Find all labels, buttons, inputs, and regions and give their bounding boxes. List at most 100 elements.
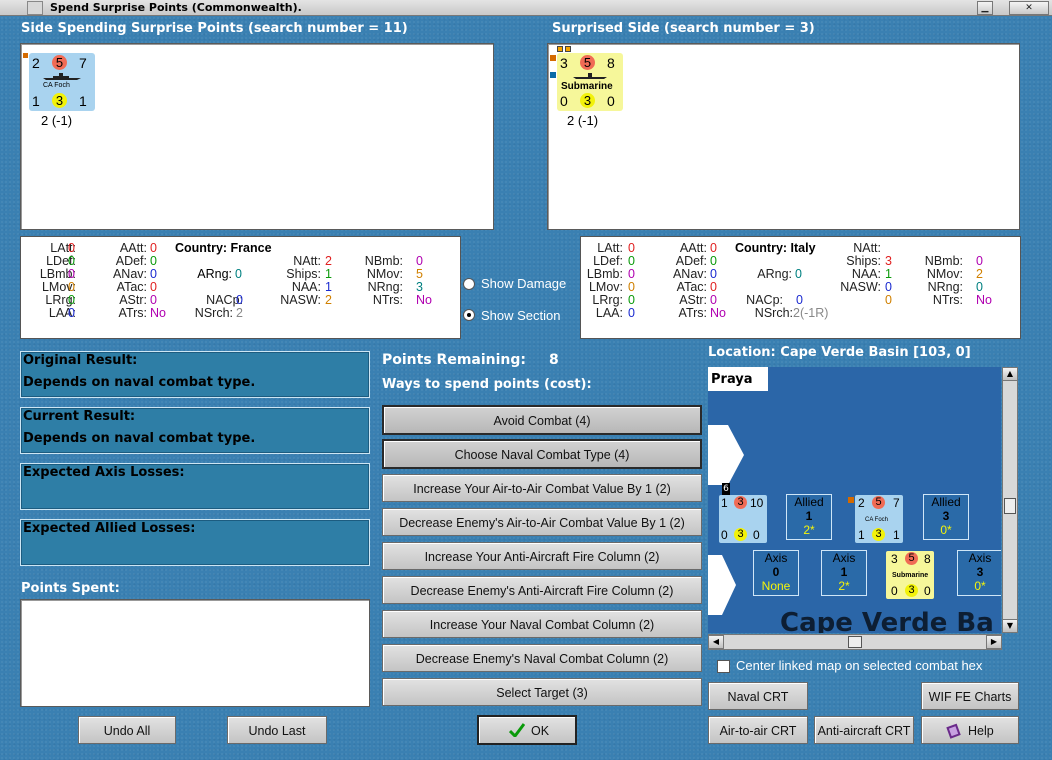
surprised-side-units-box: 3 5 8 Submarine 0 3 0 2 (-1) — [547, 43, 1020, 230]
unit-search-note: 2 (-1) — [41, 113, 73, 128]
laa-value: 0 — [628, 306, 635, 320]
surprised-side-header: Surprised Side (search number = 3) — [552, 21, 815, 36]
show-damage-label[interactable]: Show Damage — [481, 276, 566, 291]
center-linked-checkbox[interactable] — [717, 660, 730, 673]
avoid-combat-button[interactable]: Avoid Combat (4) — [382, 405, 702, 435]
show-section-radio[interactable] — [463, 309, 475, 321]
nasw-label: NASW: — [840, 280, 881, 294]
unit-value: 1 — [721, 496, 728, 510]
unit-marker-icon — [565, 46, 571, 52]
coast-hex — [708, 555, 736, 615]
arng-value: 0 — [235, 267, 242, 281]
search-value: 2* — [803, 523, 815, 537]
unit-counter-submarine[interactable]: 3 5 8 Submarine 0 3 0 — [557, 53, 623, 111]
decrease-enemy-anti-aircraft-button[interactable]: Decrease Enemy's Anti-Aircraft Fire Colu… — [382, 576, 702, 604]
unit-value: 3 — [905, 584, 918, 597]
undo-all-button[interactable]: Undo All — [78, 716, 176, 744]
count-value: 1 — [805, 509, 813, 523]
counter-name: Submarine — [561, 81, 613, 92]
unit-value: 0 — [753, 528, 760, 542]
unit-value: 1 — [893, 528, 900, 542]
location-map[interactable]: Praya 6 1 3 10 0 3 0 Allied 1 2* 2 5 7 C… — [708, 367, 1001, 633]
country-label: Country: Italy — [735, 241, 816, 255]
vertical-scroll-thumb[interactable] — [1004, 498, 1016, 514]
counter-attack: 2 — [32, 55, 40, 71]
unit-flag-marker — [550, 72, 556, 78]
anti-aircraft-crt-button[interactable]: Anti-aircraft CRT — [814, 716, 914, 744]
help-button[interactable]: Help — [921, 716, 1019, 744]
counter-bottom-left: 0 — [560, 93, 568, 109]
axis-hex-info-2: Axis 1 2* — [821, 550, 867, 596]
stats-naval-labels: NAtt: Ships: NAA: NASW: — [271, 255, 321, 307]
stats-land-values: 0 0 0 0 0 0 — [628, 242, 635, 320]
air-to-air-crt-button[interactable]: Air-to-air CRT — [708, 716, 808, 744]
unit-value: 3 — [734, 496, 747, 509]
undo-last-button[interactable]: Undo Last — [227, 716, 327, 744]
allied-hex-info-1: Allied 1 2* — [786, 494, 832, 540]
decrease-enemy-naval-combat-button[interactable]: Decrease Enemy's Naval Combat Column (2) — [382, 644, 702, 672]
ntrs-label: NTrs: — [932, 293, 963, 307]
map-unit-counter-submarine[interactable]: 3 5 8 Submarine 0 3 0 — [886, 551, 934, 599]
unit-value: 7 — [893, 496, 900, 510]
side-label: Allied — [794, 495, 824, 509]
unit-value: 10 — [750, 496, 764, 510]
system-menu-button[interactable] — [27, 1, 43, 15]
side-label: Axis — [764, 551, 788, 565]
scroll-up-icon[interactable]: ▲ — [1002, 367, 1018, 381]
increase-naval-combat-button[interactable]: Increase Your Naval Combat Column (2) — [382, 610, 702, 638]
laa-value: 0 — [68, 306, 75, 320]
allied-losses-label: Expected Allied Losses: — [23, 521, 196, 536]
unit-value: 5 — [905, 552, 918, 565]
wif-fe-charts-button[interactable]: WIF FE Charts — [921, 682, 1019, 710]
increase-anti-aircraft-button[interactable]: Increase Your Anti-Aircraft Fire Column … — [382, 542, 702, 570]
submarine-silhouette-icon — [573, 73, 607, 79]
count-value: 1 — [840, 565, 848, 579]
unit-flag-marker — [23, 53, 28, 58]
nsrch-label: NSrch: — [754, 306, 793, 320]
decrease-enemy-air-to-air-button[interactable]: Decrease Enemy's Air-to-Air Combat Value… — [382, 508, 702, 536]
stats-air-values: 0 0 0 0 0 No — [150, 242, 166, 320]
minimize-button[interactable]: ▁ — [977, 1, 993, 15]
scroll-right-icon[interactable]: ▶ — [986, 635, 1002, 649]
axis-losses-label: Expected Axis Losses: — [23, 465, 185, 480]
select-target-button[interactable]: Select Target (3) — [382, 678, 702, 706]
count-value: 0 — [772, 565, 780, 579]
points-spent-list[interactable] — [20, 599, 370, 707]
ntrs-value: No — [416, 293, 432, 307]
count-value: 3 — [942, 509, 950, 523]
stats-naval-labels: NAtt: Ships: NAA: NASW: — [831, 242, 881, 294]
horizontal-scroll-thumb[interactable] — [848, 636, 862, 648]
ok-button[interactable]: OK — [477, 715, 577, 745]
side-label: Allied — [931, 495, 961, 509]
unit-counter-ca-foch[interactable]: 2 5 7 CA Foch 1 3 1 — [29, 53, 95, 111]
stats-air-labels: AAtt: ADef: ANav: ATac: AStr: ATrs: — [91, 242, 147, 320]
counter-movement: 5 — [52, 55, 67, 70]
unit-value: 2 — [858, 496, 865, 510]
show-section-label[interactable]: Show Section — [481, 308, 561, 323]
counter-bottom-left: 1 — [32, 93, 40, 109]
unit-value: 0 — [721, 528, 728, 542]
checkmark-icon — [509, 723, 525, 737]
center-linked-label[interactable]: Center linked map on selected combat hex — [736, 658, 982, 673]
nasw-value: 2 — [325, 293, 332, 307]
show-damage-radio[interactable] — [463, 278, 475, 290]
map-unit-counter-1[interactable]: 1 3 10 0 3 0 — [719, 495, 767, 543]
spending-side-units-box: 2 5 7 CA Foch 1 3 1 2 (-1) — [20, 43, 494, 230]
city-label: Praya — [711, 372, 753, 387]
current-result-value: Depends on naval combat type. — [23, 431, 256, 446]
scroll-down-icon[interactable]: ▼ — [1002, 619, 1018, 633]
surprised-side-stats: LAtt: LDef: LBmb: LMov: LRrg: LAA: 0 0 0… — [580, 236, 1021, 339]
increase-air-to-air-button[interactable]: Increase Your Air-to-Air Combat Value By… — [382, 474, 702, 502]
naval-crt-button[interactable]: Naval CRT — [708, 682, 808, 710]
counter-defense: 7 — [79, 55, 87, 71]
unit-value: 8 — [924, 552, 931, 566]
close-button[interactable]: ✕ — [1009, 1, 1049, 15]
atrs-value: No — [710, 306, 726, 320]
choose-naval-combat-type-button[interactable]: Choose Naval Combat Type (4) — [382, 439, 702, 469]
unit-flag-marker — [848, 497, 854, 503]
allied-hex-info-2: Allied 3 0* — [923, 494, 969, 540]
map-unit-counter-ca-foch[interactable]: 2 5 7 CA Foch 1 3 1 — [855, 495, 903, 543]
spending-side-header: Side Spending Surprise Points (search nu… — [21, 21, 408, 36]
scroll-left-icon[interactable]: ◀ — [708, 635, 724, 649]
sea-area-name: Cape Verde Ba — [780, 608, 994, 633]
